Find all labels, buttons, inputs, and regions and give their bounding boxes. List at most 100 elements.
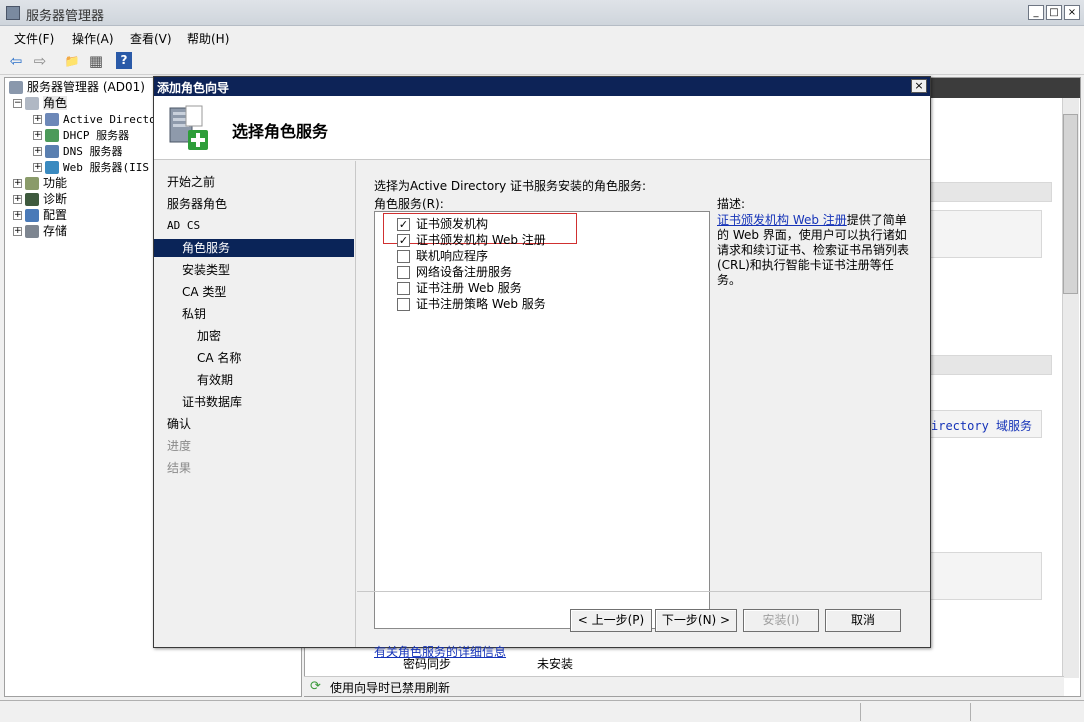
section-box xyxy=(930,552,1042,600)
cancel-button[interactable]: 取消 xyxy=(825,609,901,632)
expand-icon[interactable]: + xyxy=(33,115,42,124)
expand-icon[interactable]: + xyxy=(13,179,22,188)
vertical-scrollbar[interactable] xyxy=(1062,98,1079,678)
active-directory-icon xyxy=(45,113,59,126)
expand-icon[interactable]: + xyxy=(33,163,42,172)
row-value: 未安装 xyxy=(537,657,574,671)
description-link[interactable]: 证书颁发机构 Web 注册 xyxy=(717,213,847,227)
web-server-icon xyxy=(45,161,59,174)
step-ca-type[interactable]: CA 类型 xyxy=(154,283,354,301)
dialog-titlebar: 添加角色向导 × xyxy=(154,77,930,96)
step-results: 结果 xyxy=(167,461,192,475)
wizard-heading: 选择角色服务 xyxy=(232,122,329,141)
section-header xyxy=(930,182,1052,202)
service-certificate-enrollment-web[interactable]: 证书注册 Web 服务 xyxy=(397,280,522,296)
details-header-bar xyxy=(930,78,1080,98)
tree-item-diagnostics[interactable]: + 诊断 xyxy=(13,191,67,207)
step-setup-type[interactable]: 安装类型 xyxy=(154,261,354,279)
service-ca-web-enrollment[interactable]: ✓ 证书颁发机构 Web 注册 xyxy=(397,232,546,248)
step-confirmation[interactable]: 确认 xyxy=(154,415,354,433)
previous-button[interactable]: < 上一步(P) xyxy=(570,609,652,632)
back-arrow-icon[interactable]: ⇦ xyxy=(6,51,26,71)
tree-item-storage[interactable]: + 存储 xyxy=(13,223,67,239)
tree-item-dns[interactable]: + DNS 服务器 xyxy=(33,143,123,159)
expand-icon[interactable]: + xyxy=(13,227,22,236)
step-private-key[interactable]: 私钥 xyxy=(154,305,354,323)
description-text: 证书颁发机构 Web 注册提供了简单的 Web 界面，使用户可以执行诸如请求和续… xyxy=(717,213,910,287)
help-icon[interactable]: ? xyxy=(116,52,132,69)
menu-action[interactable]: 操作(A) xyxy=(72,30,114,47)
checkbox-unchecked[interactable] xyxy=(397,266,410,279)
window-title: 服务器管理器 xyxy=(26,9,105,24)
dialog-close-button[interactable]: × xyxy=(911,79,927,93)
refresh-icon: ⟳ xyxy=(310,679,321,694)
diagnostics-icon xyxy=(25,193,39,206)
step-validity-period[interactable]: 有效期 xyxy=(154,371,354,389)
step-certificate-database[interactable]: 证书数据库 xyxy=(154,393,354,411)
step-before-you-begin[interactable]: 开始之前 xyxy=(154,173,354,191)
roles-icon xyxy=(25,97,39,110)
dns-icon xyxy=(45,145,59,158)
step-server-roles[interactable]: 服务器角色 xyxy=(154,195,354,213)
tree-item-roles[interactable]: − 角色 xyxy=(13,95,68,111)
checkbox-checked[interactable]: ✓ xyxy=(397,218,410,231)
wizard-steps: 开始之前 服务器角色 AD CS 角色服务 安装类型 CA 类型 私钥 加密 C… xyxy=(154,161,356,647)
menu-view[interactable]: 查看(V) xyxy=(130,30,172,47)
step-ca-name[interactable]: CA 名称 xyxy=(154,349,354,367)
status-bar: ⟳ 使用向导时已禁用刷新 xyxy=(304,676,1064,696)
wizard-footer: < 上一步(P) 下一步(N) > 安装(I) 取消 xyxy=(357,591,930,647)
tree-root[interactable]: 服务器管理器 (AD01) xyxy=(9,79,145,95)
wizard-content: 选择为Active Directory 证书服务安装的角色服务: 角色服务(R)… xyxy=(357,161,930,659)
tree-item-web-server[interactable]: + Web 服务器(IIS xyxy=(33,159,149,175)
show-hide-tree-icon[interactable]: ▦ xyxy=(86,51,106,71)
install-button: 安装(I) xyxy=(743,609,819,632)
menu-file[interactable]: 文件(F) xyxy=(14,30,54,47)
service-network-device-enrollment[interactable]: 网络设备注册服务 xyxy=(397,264,512,280)
expand-icon[interactable]: + xyxy=(33,131,42,140)
role-services-list[interactable]: ✓ 证书颁发机构 ✓ 证书颁发机构 Web 注册 联机响应程序 网络设备注册服务 证… xyxy=(374,211,710,629)
service-online-responder[interactable]: 联机响应程序 xyxy=(397,248,488,264)
section-header xyxy=(930,355,1052,375)
storage-icon xyxy=(25,225,39,238)
next-button[interactable]: 下一步(N) > xyxy=(655,609,737,632)
server-icon xyxy=(9,81,23,94)
checkbox-unchecked[interactable] xyxy=(397,298,410,311)
close-button[interactable]: × xyxy=(1064,5,1080,20)
dialog-title: 添加角色向导 xyxy=(157,81,230,95)
tree-item-dhcp[interactable]: + DHCP 服务器 xyxy=(33,127,129,143)
dhcp-icon xyxy=(45,129,59,142)
tree-item-configuration[interactable]: + 配置 xyxy=(13,207,67,223)
section-box xyxy=(930,210,1042,258)
directory-services-link[interactable]: irectory 域服务 xyxy=(931,417,1032,434)
description-label: 描述: xyxy=(717,197,746,211)
tree-item-active-directory[interactable]: + Active Directo xyxy=(33,111,156,127)
expand-icon[interactable]: + xyxy=(13,211,22,220)
role-services-label: 角色服务(R): xyxy=(374,197,444,211)
step-progress: 进度 xyxy=(167,439,192,453)
tree-item-features[interactable]: + 功能 xyxy=(13,175,67,191)
bottom-status-bar xyxy=(0,700,1084,722)
step-cryptography[interactable]: 加密 xyxy=(154,327,354,345)
role-services-prompt: 选择为Active Directory 证书服务安装的角色服务: xyxy=(374,179,647,193)
step-ad-cs[interactable]: AD CS xyxy=(154,217,354,235)
expand-icon[interactable]: + xyxy=(13,195,22,204)
expand-icon[interactable]: + xyxy=(33,147,42,156)
up-folder-icon[interactable]: 📁 xyxy=(62,51,82,71)
minimize-button[interactable]: _ xyxy=(1028,5,1044,20)
checkbox-unchecked[interactable] xyxy=(397,250,410,263)
scrollbar-thumb[interactable] xyxy=(1063,114,1078,294)
checkbox-unchecked[interactable] xyxy=(397,282,410,295)
window-titlebar: 服务器管理器 _ □ × xyxy=(0,0,1084,26)
menu-help[interactable]: 帮助(H) xyxy=(187,30,229,47)
add-roles-wizard-dialog: 添加角色向导 × 选择角色服务 开始之前 服务器角色 AD CS 角色服务 安装… xyxy=(153,76,931,659)
collapse-icon[interactable]: − xyxy=(13,99,22,108)
toolbar: ⇦ ⇨ 📁 ▦ ? xyxy=(0,47,1084,75)
checkbox-checked[interactable]: ✓ xyxy=(397,234,410,247)
forward-arrow-icon[interactable]: ⇨ xyxy=(30,51,50,71)
service-enrollment-policy-web[interactable]: 证书注册策略 Web 服务 xyxy=(397,296,546,312)
step-role-services[interactable]: 角色服务 xyxy=(154,239,354,257)
menubar: 文件(F) 操作(A) 查看(V) 帮助(H) xyxy=(0,27,1084,47)
service-certification-authority[interactable]: ✓ 证书颁发机构 xyxy=(397,216,488,232)
configuration-icon xyxy=(25,209,39,222)
maximize-button[interactable]: □ xyxy=(1046,5,1062,20)
